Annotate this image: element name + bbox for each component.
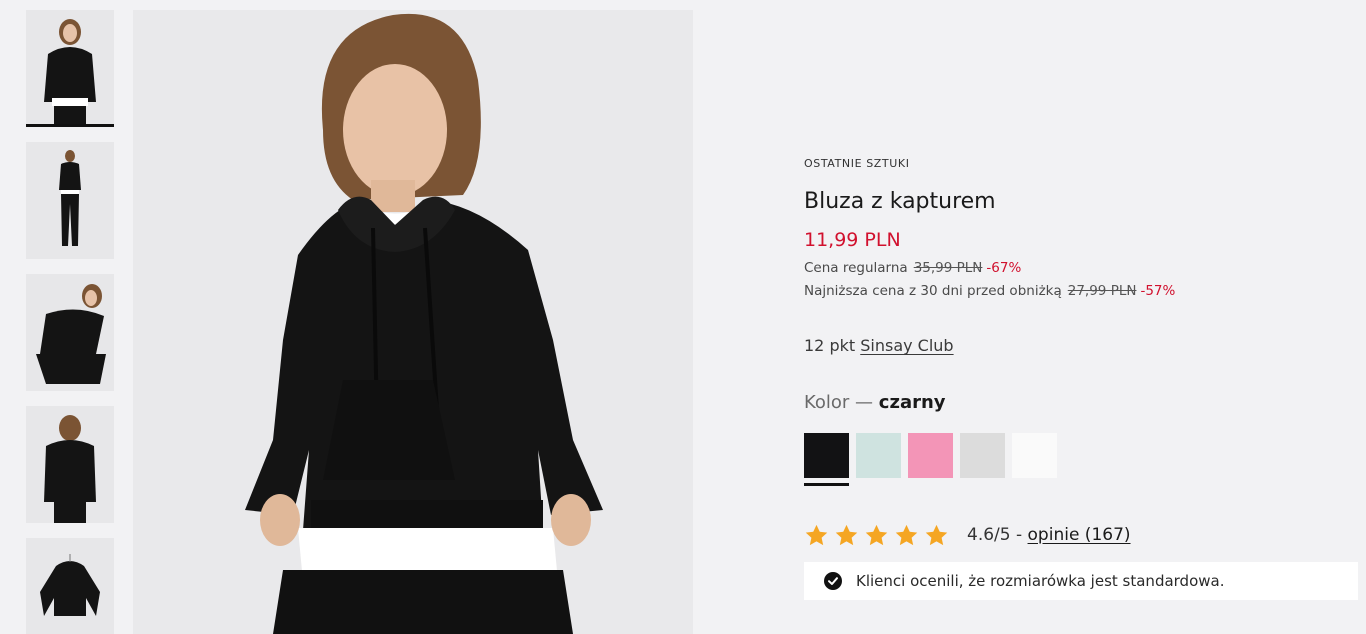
sinsay-club-link[interactable]: Sinsay Club bbox=[860, 336, 953, 355]
thumbnail-flat[interactable] bbox=[26, 538, 114, 634]
rating-score: 4.6/5 - bbox=[967, 525, 1023, 545]
star-icon bbox=[805, 524, 828, 546]
stock-badge: OSTATNIE SZTUKI bbox=[804, 157, 910, 170]
color-swatch-pink[interactable] bbox=[908, 433, 953, 478]
color-swatch-black[interactable] bbox=[804, 433, 849, 478]
rating-summary: 4.6/5 - opinie (167) bbox=[967, 525, 1131, 545]
current-price: 11,99 PLN bbox=[804, 229, 901, 251]
regular-price-row: Cena regularna 35,99 PLN -67% bbox=[804, 260, 1021, 276]
regular-price-label: Cena regularna bbox=[804, 260, 908, 276]
selected-swatch-indicator bbox=[804, 483, 849, 486]
main-product-image[interactable] bbox=[133, 10, 693, 634]
lowest-discount: -57% bbox=[1140, 283, 1176, 299]
active-thumbnail-indicator bbox=[26, 124, 114, 127]
thumbnail-back[interactable] bbox=[26, 406, 114, 523]
color-swatch-mint[interactable] bbox=[856, 433, 901, 478]
product-title: Bluza z kapturem bbox=[804, 189, 996, 214]
check-circle-icon bbox=[824, 572, 842, 590]
star-icon bbox=[895, 524, 918, 546]
rating-row: 4.6/5 - opinie (167) bbox=[804, 522, 1364, 550]
star-icon bbox=[835, 524, 858, 546]
lowest-price-row: Najniższa cena z 30 dni przed obniżką 27,… bbox=[804, 283, 1175, 299]
thumbnail-sitting[interactable] bbox=[26, 274, 114, 391]
regular-price: 35,99 PLN bbox=[913, 260, 983, 276]
lowest-price-label: Najniższa cena z 30 dni przed obniżką bbox=[804, 283, 1062, 299]
star-icon bbox=[925, 524, 948, 546]
star-icon bbox=[865, 524, 888, 546]
thumbnail-front[interactable] bbox=[26, 10, 114, 127]
color-label: Kolor — czarny bbox=[804, 392, 946, 413]
size-fit-text: Klienci ocenili, że rozmiarówka jest sta… bbox=[856, 572, 1225, 590]
color-swatches bbox=[804, 433, 1104, 489]
color-label-key: Kolor — bbox=[804, 392, 874, 413]
club-points-value: 12 pkt bbox=[804, 336, 856, 355]
color-swatch-white[interactable] bbox=[1012, 433, 1057, 478]
size-fit-note: Klienci ocenili, że rozmiarówka jest sta… bbox=[804, 562, 1358, 600]
reviews-link[interactable]: opinie (167) bbox=[1028, 525, 1131, 545]
thumbnail-full-length[interactable] bbox=[26, 142, 114, 259]
club-points: 12 pkt Sinsay Club bbox=[804, 336, 954, 355]
selected-color-name: czarny bbox=[878, 392, 946, 413]
regular-discount: -67% bbox=[986, 260, 1022, 276]
lowest-price: 27,99 PLN bbox=[1067, 283, 1137, 299]
color-swatch-grey[interactable] bbox=[960, 433, 1005, 478]
